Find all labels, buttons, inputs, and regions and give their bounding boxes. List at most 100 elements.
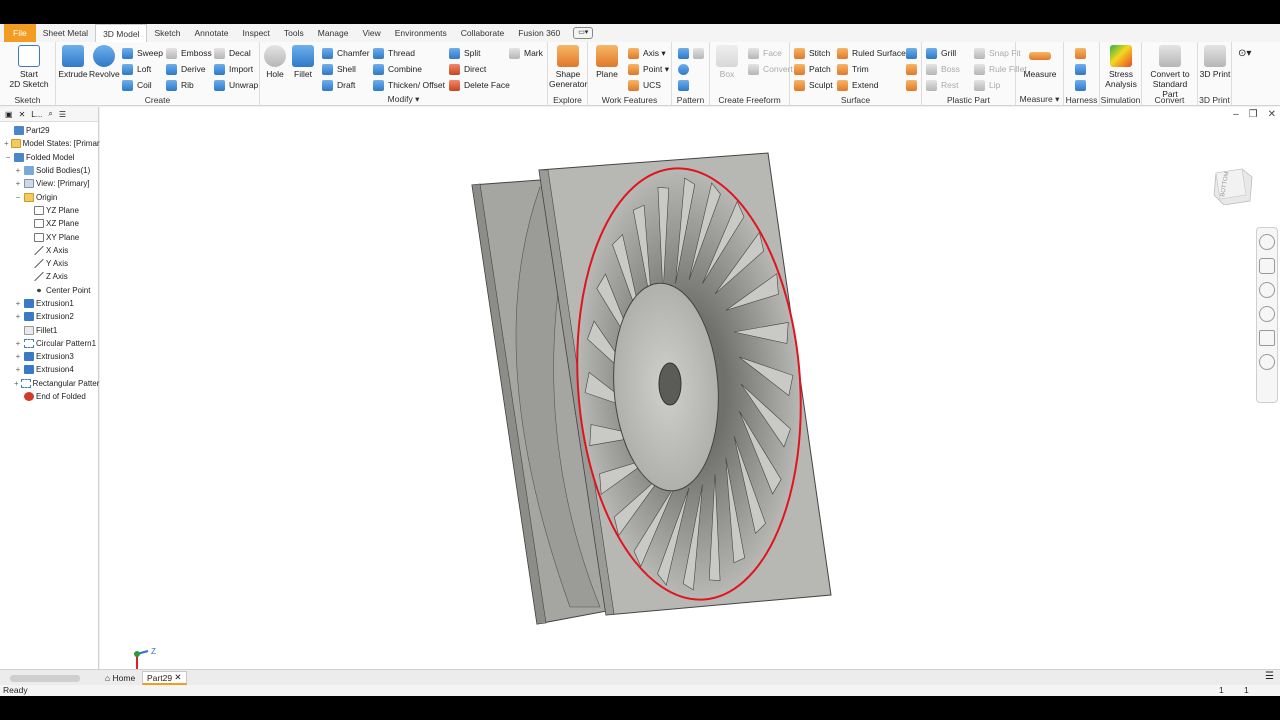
boss-button[interactable]: Boss: [926, 62, 960, 76]
trim-button[interactable]: Trim: [837, 62, 869, 76]
browser-node[interactable]: + Extrusion1: [0, 297, 98, 310]
tab-part29[interactable]: Part29 ✕: [142, 671, 187, 685]
grill-button[interactable]: Grill: [926, 46, 956, 60]
emboss-button[interactable]: Emboss: [166, 46, 212, 60]
revolve-button[interactable]: Revolve: [89, 45, 120, 79]
tab-list-icon[interactable]: ☰: [1265, 671, 1274, 682]
browser-node[interactable]: + View: [Primary]: [0, 177, 98, 190]
browser-node[interactable]: End of Folded: [0, 390, 98, 403]
search-icon[interactable]: ⌕: [48, 109, 52, 119]
expand-toggle-icon[interactable]: −: [14, 193, 22, 202]
shape-generator-button[interactable]: Shape Generator: [549, 45, 587, 89]
close-tab-icon[interactable]: ✕: [174, 672, 181, 683]
unwrap-button[interactable]: Unwrap: [214, 78, 258, 92]
tab-sketch[interactable]: Sketch: [147, 24, 187, 42]
browser-menu-icon[interactable]: ▣: [5, 110, 13, 119]
point-button[interactable]: Point ▾: [628, 62, 669, 76]
browser-node[interactable]: + Solid Bodies(1): [0, 164, 98, 177]
measure-button[interactable]: Measure: [1020, 45, 1060, 79]
decal-button[interactable]: Decal: [214, 46, 251, 60]
harness-3-button[interactable]: [1075, 78, 1090, 92]
rib-button[interactable]: Rib: [166, 78, 194, 92]
zoom-icon[interactable]: [1259, 282, 1275, 298]
tab-home[interactable]: ⌂ Home: [101, 671, 139, 685]
steering-wheel-icon[interactable]: [1259, 234, 1275, 250]
extrude-button[interactable]: Extrude: [58, 45, 88, 79]
browser-node[interactable]: − Folded Model: [0, 151, 98, 164]
tab-file[interactable]: File: [4, 24, 36, 42]
browser-node[interactable]: XZ Plane: [0, 217, 98, 230]
direct-button[interactable]: Direct: [449, 62, 486, 76]
browser-node[interactable]: Center Point: [0, 284, 98, 297]
group-label-measure[interactable]: Measure ▾: [1016, 94, 1063, 105]
freeform-convert-button[interactable]: Convert: [748, 62, 793, 76]
snap-fit-button[interactable]: Snap Fit: [974, 46, 1021, 60]
thread-button[interactable]: Thread: [373, 46, 415, 60]
browser-scrollbar[interactable]: [10, 675, 80, 682]
tab-annotate[interactable]: Annotate: [187, 24, 235, 42]
import-button[interactable]: Import: [214, 62, 253, 76]
stitch-button[interactable]: Stitch: [794, 46, 830, 60]
sculpt-button[interactable]: Sculpt: [794, 78, 833, 92]
coil-button[interactable]: Coil: [122, 78, 152, 92]
hole-button[interactable]: Hole: [262, 45, 288, 79]
rectangular-pattern-button[interactable]: [678, 46, 708, 60]
surface-extra-2-button[interactable]: [906, 62, 921, 76]
orbit-icon[interactable]: [1259, 306, 1275, 322]
ruled-surface-button[interactable]: Ruled Surface: [837, 46, 906, 60]
tab-fusion-360[interactable]: Fusion 360: [511, 24, 567, 42]
surface-extra-1-button[interactable]: [906, 46, 921, 60]
surface-extra-3-button[interactable]: [906, 78, 921, 92]
tab-sheet-metal[interactable]: Sheet Metal: [36, 24, 95, 42]
axis-button[interactable]: Axis ▾: [628, 46, 666, 60]
tab-inspect[interactable]: Inspect: [236, 24, 277, 42]
browser-node[interactable]: + Extrusion2: [0, 310, 98, 323]
ribbon-display-toggle-icon[interactable]: ▭▾: [573, 27, 594, 39]
expand-toggle-icon[interactable]: +: [4, 139, 9, 148]
start-2d-sketch-button[interactable]: Start 2D Sketch: [6, 45, 52, 89]
expand-toggle-icon[interactable]: +: [14, 339, 22, 348]
fillet-button[interactable]: Fillet: [290, 45, 316, 79]
browser-node[interactable]: X Axis: [0, 244, 98, 257]
freeform-box-button[interactable]: Box: [714, 45, 740, 79]
browser-node[interactable]: + Rectangular Patter: [0, 377, 99, 390]
tab-collaborate[interactable]: Collaborate: [454, 24, 511, 42]
browser-node[interactable]: + Circular Pattern1: [0, 337, 98, 350]
tab-tools[interactable]: Tools: [277, 24, 311, 42]
view-cube[interactable]: BOTTOM: [1212, 167, 1256, 205]
stress-analysis-button[interactable]: Stress Analysis: [1102, 45, 1140, 89]
shell-button[interactable]: Shell: [322, 62, 356, 76]
graphics-viewport[interactable]: – ❐ ✕ Z BOTTOM: [100, 107, 1280, 669]
delete-face-button[interactable]: Delete Face: [449, 78, 510, 92]
view-options-icon[interactable]: [1259, 354, 1275, 370]
expand-toggle-icon[interactable]: +: [14, 179, 22, 188]
3d-print-button[interactable]: 3D Print: [1199, 45, 1231, 79]
expand-toggle-icon[interactable]: +: [14, 312, 22, 321]
extend-button[interactable]: Extend: [837, 78, 878, 92]
thicken-offset-button[interactable]: Thicken/ Offset: [373, 78, 445, 92]
plane-button[interactable]: Plane: [592, 45, 622, 79]
browser-node[interactable]: Z Axis: [0, 270, 98, 283]
draft-button[interactable]: Draft: [322, 78, 355, 92]
tab-environments[interactable]: Environments: [388, 24, 454, 42]
expand-toggle-icon[interactable]: +: [14, 365, 22, 374]
browser-node[interactable]: + Extrusion4: [0, 363, 98, 376]
combine-button[interactable]: Combine: [373, 62, 422, 76]
derive-button[interactable]: Derive: [166, 62, 206, 76]
tab-3d-model[interactable]: 3D Model: [95, 24, 148, 42]
lip-button[interactable]: Lip: [974, 78, 1000, 92]
split-button[interactable]: Split: [449, 46, 481, 60]
browser-node[interactable]: + Extrusion3: [0, 350, 98, 363]
browser-node[interactable]: Y Axis: [0, 257, 98, 270]
browser-node[interactable]: YZ Plane: [0, 204, 98, 217]
browser-dropdown[interactable]: L...: [31, 110, 42, 119]
hamburger-menu-icon[interactable]: ☰: [59, 110, 66, 119]
harness-2-button[interactable]: [1075, 62, 1090, 76]
loft-button[interactable]: Loft: [122, 62, 151, 76]
browser-node[interactable]: Fillet1: [0, 323, 98, 336]
close-icon[interactable]: ✕: [19, 110, 26, 119]
browser-node[interactable]: XY Plane: [0, 230, 98, 243]
convert-to-standard-part-button[interactable]: Convert to Standard Part: [1144, 45, 1196, 99]
ribbon-options-button[interactable]: ⊙▾: [1238, 46, 1251, 60]
circular-pattern-button[interactable]: [678, 62, 693, 76]
